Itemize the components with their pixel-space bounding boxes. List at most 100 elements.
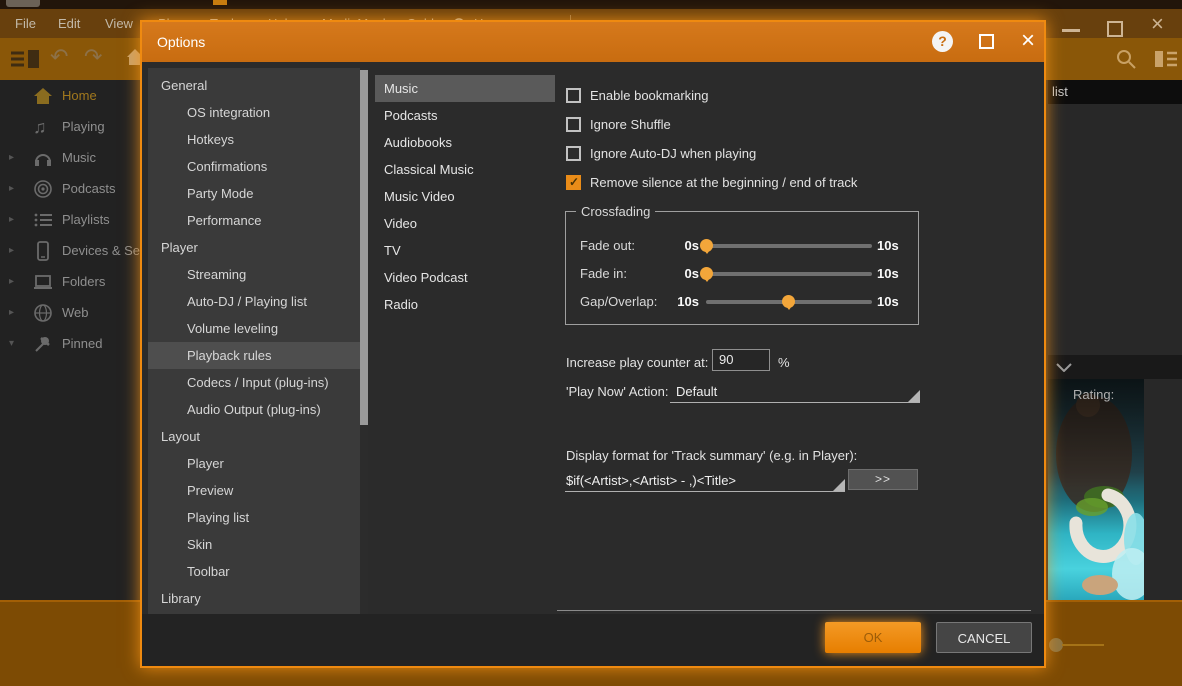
tree-item-playing-list[interactable]: Playing list: [148, 504, 360, 531]
tree-item-audio-output[interactable]: Audio Output (plug-ins): [148, 396, 360, 423]
menu-view[interactable]: View: [105, 9, 133, 38]
device-icon: [33, 241, 53, 261]
minimize-button[interactable]: [1062, 29, 1080, 32]
settings-tree: General OS integration Hotkeys Confirmat…: [148, 68, 360, 614]
sidebar-item-pinned[interactable]: ▾ Pinned: [0, 328, 140, 359]
checkbox-enable-bookmarking[interactable]: [566, 88, 581, 103]
fade-out-slider-thumb[interactable]: [700, 239, 713, 252]
display-format-dropdown-icon[interactable]: [833, 479, 845, 491]
search-toolbar-icon[interactable]: [1116, 49, 1136, 69]
chevron-down-icon[interactable]: [1056, 363, 1072, 372]
dialog-close-icon[interactable]: ×: [1021, 29, 1035, 53]
chevron-right-icon[interactable]: ▸: [9, 173, 14, 204]
sidebar-item-folders[interactable]: ▸ Folders: [0, 266, 140, 297]
cancel-button[interactable]: CANCEL: [936, 622, 1032, 653]
redo-icon[interactable]: ↷: [84, 44, 102, 70]
chevron-right-icon[interactable]: ▸: [9, 235, 14, 266]
tree-item-playback-rules[interactable]: Playback rules: [148, 342, 360, 369]
media-type-video[interactable]: Video: [375, 210, 555, 237]
tree-item-volume-leveling[interactable]: Volume leveling: [148, 315, 360, 342]
accent-notch: [213, 0, 227, 5]
tree-item-auto-dj[interactable]: Auto-DJ / Playing list: [148, 288, 360, 315]
tree-item-player[interactable]: Player: [148, 234, 360, 261]
media-type-classical-music[interactable]: Classical Music: [375, 156, 555, 183]
options-dialog: Options ? × General OS integration Hotke…: [140, 20, 1046, 668]
display-format-combo[interactable]: $if(<Artist>,<Artist> - ,)<Title>: [566, 471, 736, 491]
help-icon[interactable]: ?: [932, 31, 953, 52]
sidebar-item-home[interactable]: Home: [0, 80, 140, 111]
media-type-music[interactable]: Music: [375, 75, 555, 102]
fade-in-slider-thumb[interactable]: [700, 267, 713, 280]
ok-button[interactable]: OK: [825, 622, 921, 653]
close-window-button[interactable]: ×: [1151, 11, 1164, 37]
tree-item-performance[interactable]: Performance: [148, 207, 360, 234]
media-type-tv[interactable]: TV: [375, 237, 555, 264]
dialog-maximize-icon[interactable]: [979, 34, 994, 49]
media-type-video-podcast[interactable]: Video Podcast: [375, 264, 555, 291]
display-format-edit-button[interactable]: >>: [848, 469, 918, 490]
gap-overlap-max: 10s: [877, 292, 899, 312]
media-type-audiobooks[interactable]: Audiobooks: [375, 129, 555, 156]
collapse-strip: [1048, 355, 1182, 379]
media-type-radio[interactable]: Radio: [375, 291, 555, 318]
sidebar-item-music[interactable]: ▸ Music: [0, 142, 140, 173]
crossfading-legend: Crossfading: [576, 204, 655, 219]
sidebar-nav: Home ♫ Playing ▸ Music ▸ Podcasts ▸: [0, 80, 140, 600]
computer-icon: [33, 272, 53, 292]
chevron-right-icon[interactable]: ▸: [9, 204, 14, 235]
chevron-right-icon[interactable]: ▸: [9, 266, 14, 297]
globe-icon: [33, 303, 53, 323]
tree-item-hotkeys[interactable]: Hotkeys: [148, 126, 360, 153]
tree-item-layout-player[interactable]: Player: [148, 450, 360, 477]
album-artwork[interactable]: [1048, 379, 1144, 600]
dialog-titlebar[interactable]: Options ? ×: [142, 22, 1044, 62]
tree-item-os-integration[interactable]: OS integration: [148, 99, 360, 126]
podcast-icon: [33, 179, 53, 199]
tree-item-toolbar[interactable]: Toolbar: [148, 558, 360, 585]
play-counter-label: Increase play counter at:: [566, 353, 708, 373]
sidebar-item-podcasts[interactable]: ▸ Podcasts: [0, 173, 140, 204]
sidebar-item-web[interactable]: ▸ Web: [0, 297, 140, 328]
layout-view-icon[interactable]: [1154, 50, 1178, 68]
volume-track[interactable]: [1062, 644, 1104, 646]
menu-file[interactable]: File: [15, 9, 36, 38]
play-now-dropdown-icon[interactable]: [908, 390, 920, 402]
menu-edit[interactable]: Edit: [58, 9, 80, 38]
display-format-label: Display format for 'Track summary' (e.g.…: [566, 446, 857, 466]
tree-item-skin[interactable]: Skin: [148, 531, 360, 558]
gap-overlap-min: 10s: [651, 292, 699, 312]
fade-out-slider-track[interactable]: [706, 244, 872, 248]
fade-out-label: Fade out:: [580, 236, 635, 256]
tree-item-library[interactable]: Library: [148, 585, 360, 612]
top-edge-strip: [0, 0, 1182, 9]
sidebar-item-playing[interactable]: ♫ Playing: [0, 111, 140, 142]
tree-item-codecs-input[interactable]: Codecs / Input (plug-ins): [148, 369, 360, 396]
checkbox-ignore-shuffle[interactable]: [566, 117, 581, 132]
volume-knob[interactable]: [1049, 638, 1063, 652]
play-now-label: 'Play Now' Action:: [566, 382, 669, 402]
play-counter-input[interactable]: 90: [712, 349, 770, 371]
tree-scrollbar[interactable]: [360, 68, 368, 614]
checkbox-ignore-auto-dj[interactable]: [566, 146, 581, 161]
tree-item-party-mode[interactable]: Party Mode: [148, 180, 360, 207]
tree-item-confirmations[interactable]: Confirmations: [148, 153, 360, 180]
chevron-down-icon[interactable]: ▾: [9, 328, 14, 359]
gap-overlap-slider-thumb[interactable]: [782, 295, 795, 308]
checkbox-remove-silence[interactable]: [566, 175, 581, 190]
maximize-button[interactable]: [1107, 21, 1123, 37]
media-type-music-video[interactable]: Music Video: [375, 183, 555, 210]
fade-in-slider-track[interactable]: [706, 272, 872, 276]
tree-item-layout[interactable]: Layout: [148, 423, 360, 450]
tree-item-streaming[interactable]: Streaming: [148, 261, 360, 288]
sidebar-item-playlists[interactable]: ▸ Playlists: [0, 204, 140, 235]
chevron-right-icon[interactable]: ▸: [9, 142, 14, 173]
tree-scrollbar-thumb[interactable]: [360, 70, 368, 425]
media-type-podcasts[interactable]: Podcasts: [375, 102, 555, 129]
tree-item-preview[interactable]: Preview: [148, 477, 360, 504]
play-now-combo[interactable]: Default: [676, 382, 717, 402]
undo-icon[interactable]: ↶: [50, 44, 68, 70]
tree-item-general[interactable]: General: [148, 72, 360, 99]
sidebar-item-devices[interactable]: ▸ Devices & Se: [0, 235, 140, 266]
chevron-right-icon[interactable]: ▸: [9, 297, 14, 328]
panel-list-icon[interactable]: [10, 49, 40, 69]
